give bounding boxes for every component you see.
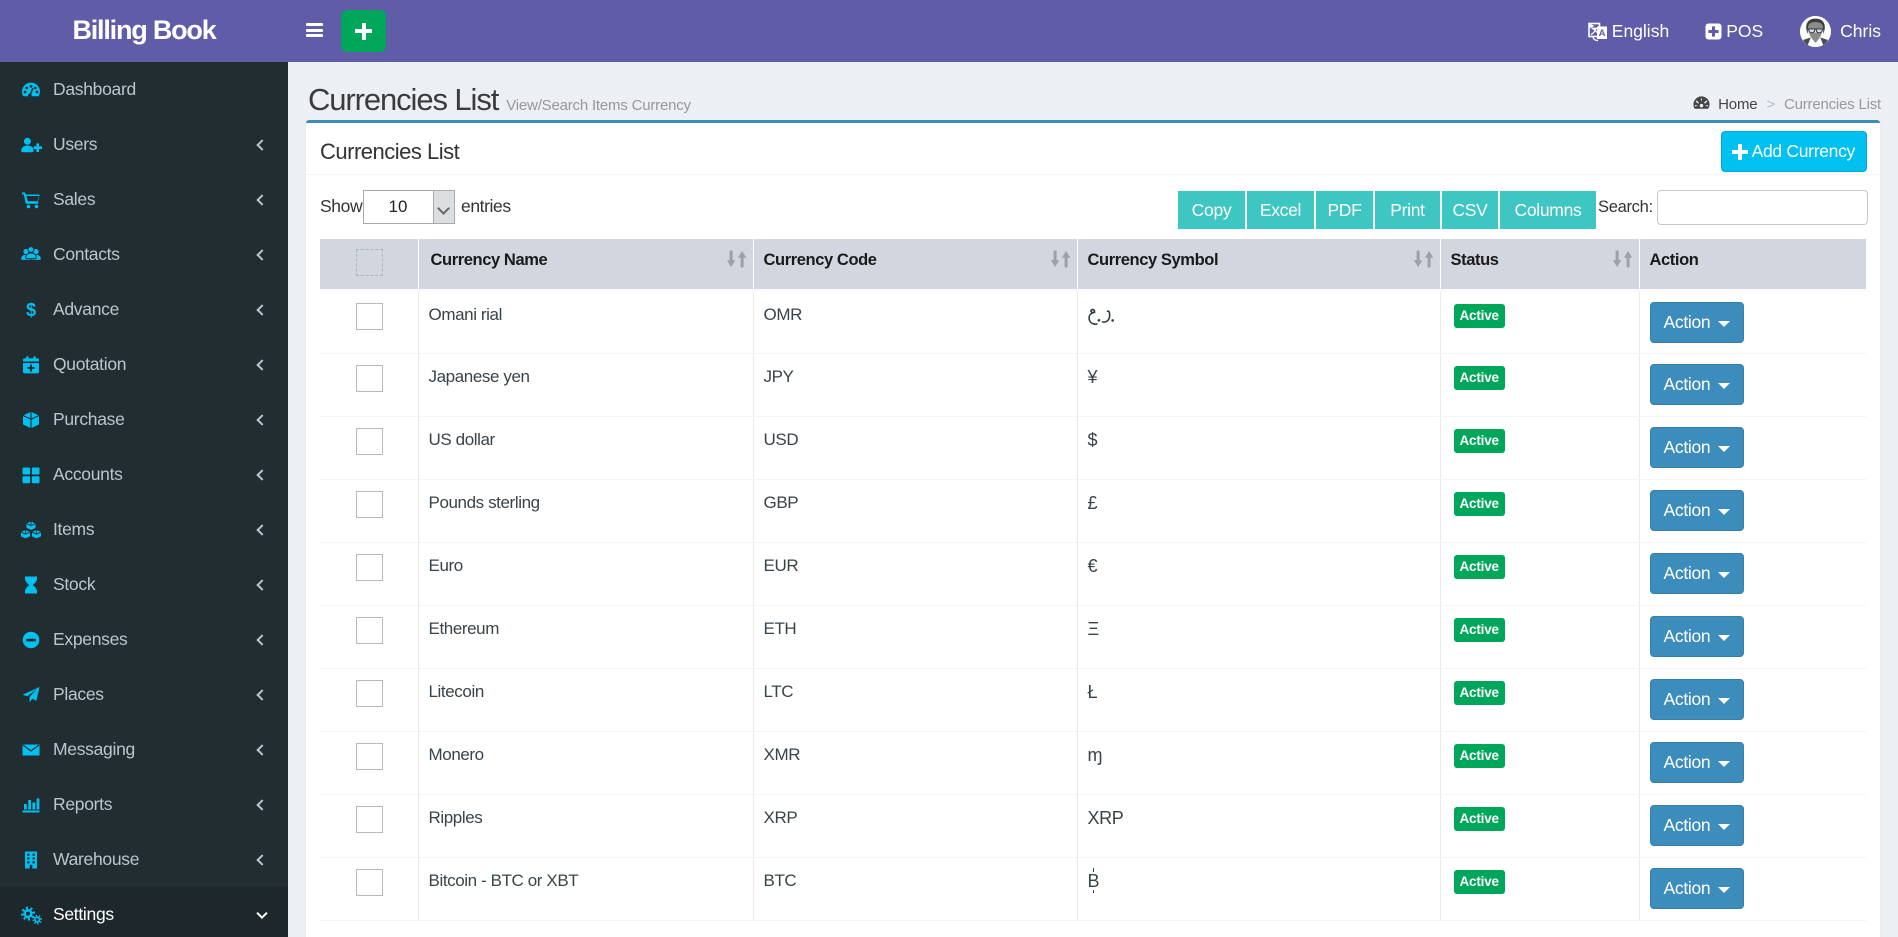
svg-text:A: A	[1598, 28, 1605, 39]
svg-text:$: $	[26, 300, 36, 320]
